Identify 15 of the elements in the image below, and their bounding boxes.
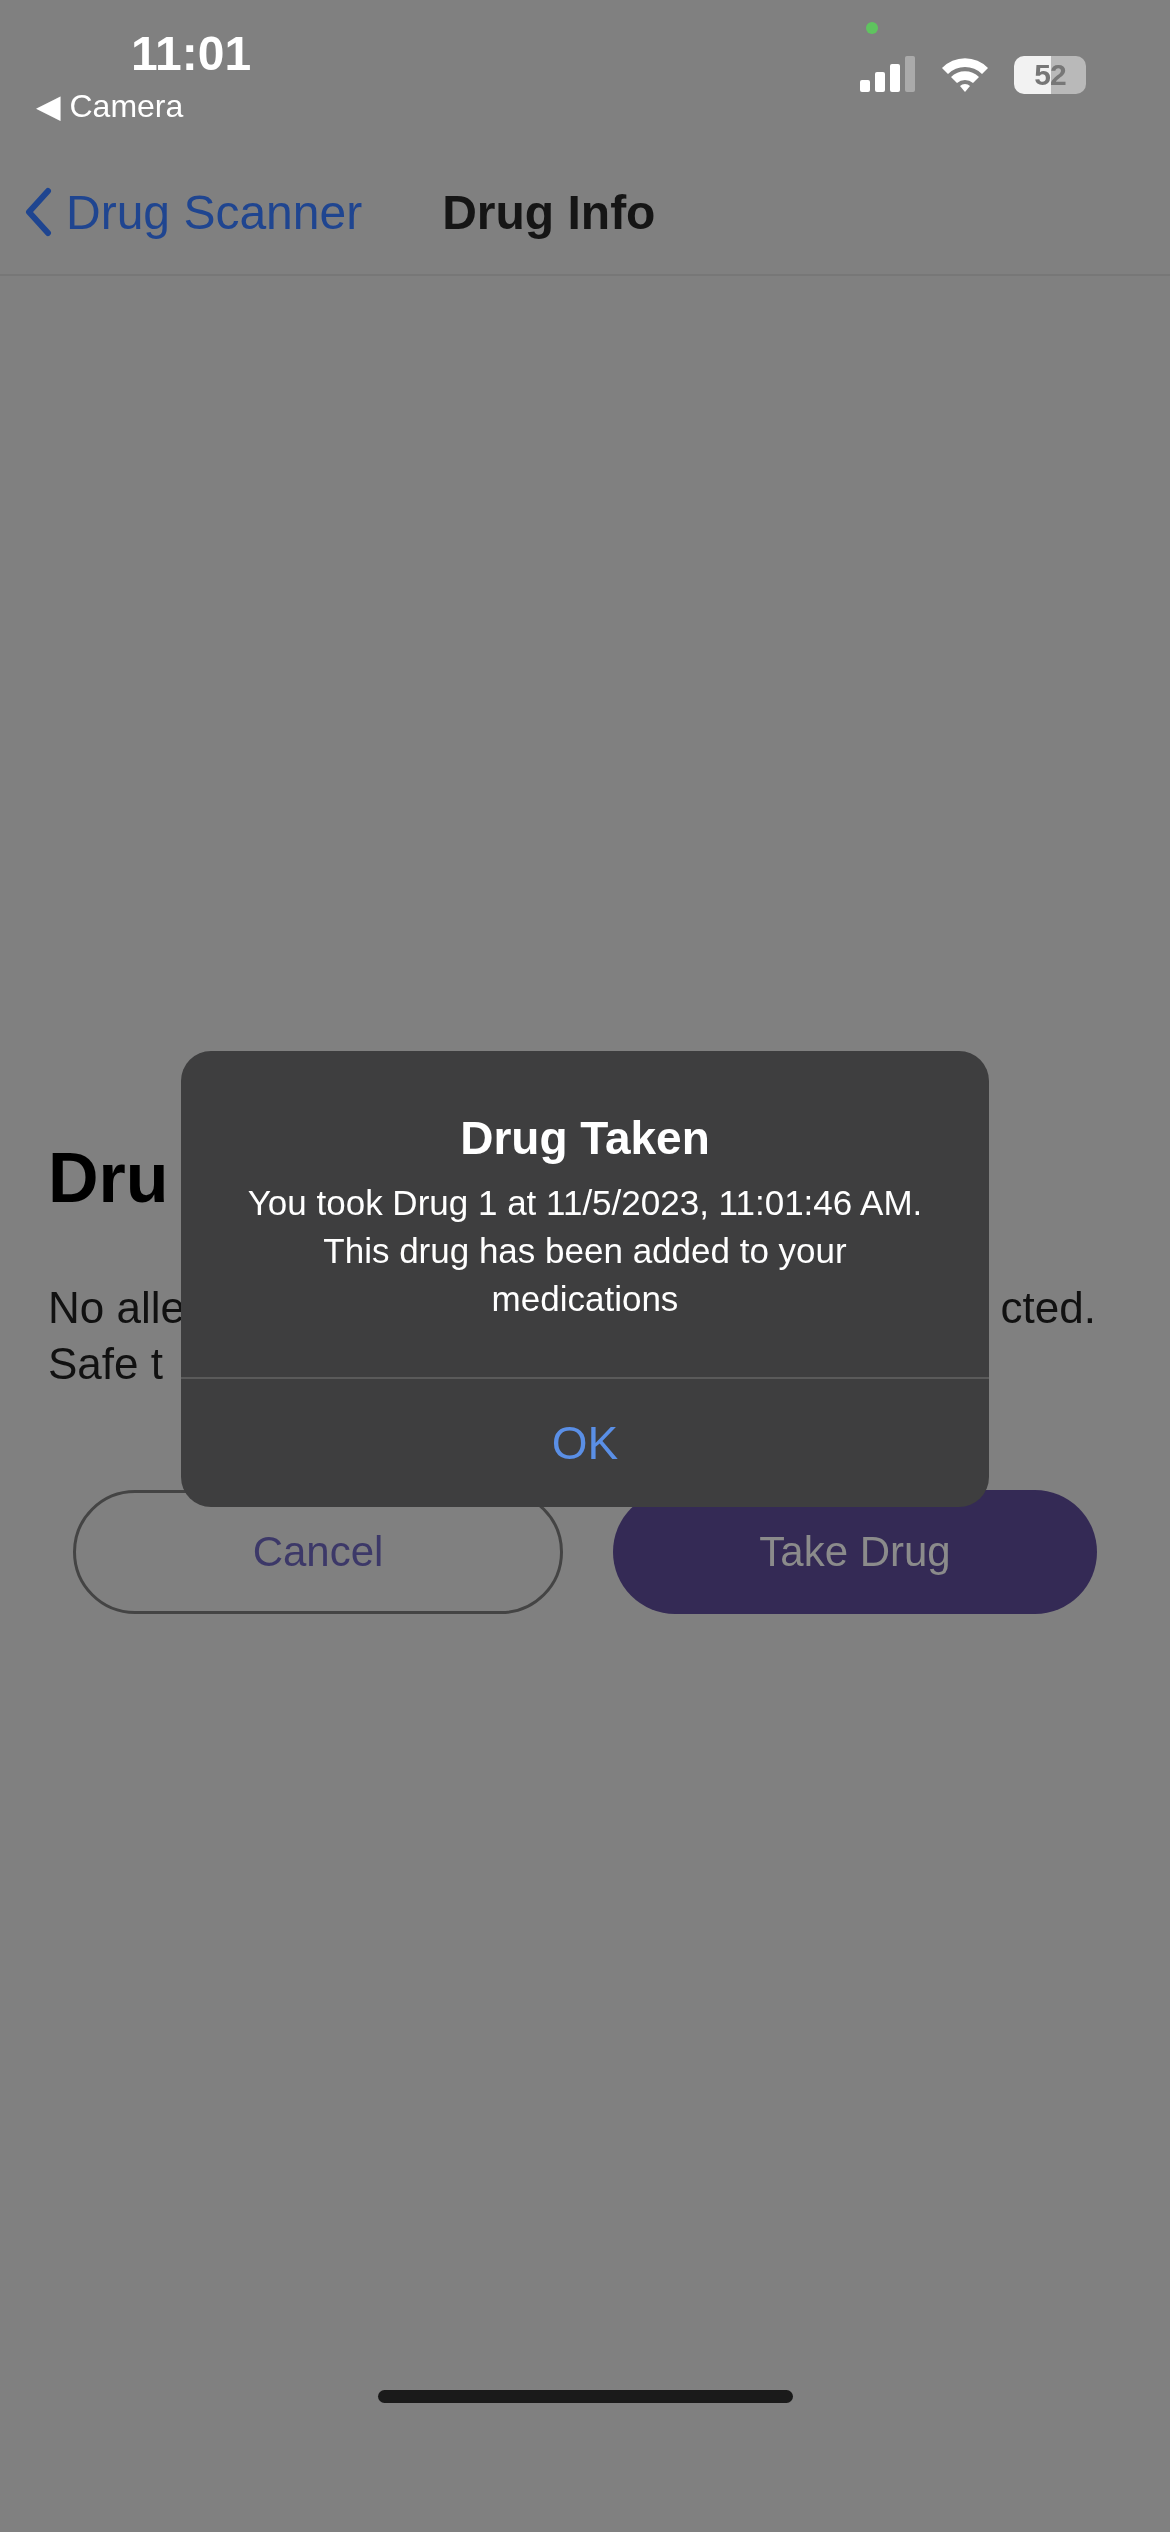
allergy-text: No alle xyxy=(48,1282,185,1334)
back-to-app-link[interactable]: ◀ Camera xyxy=(36,86,184,126)
alert-title: Drug Taken xyxy=(460,1111,710,1165)
allergy-text: cted. xyxy=(1000,1282,1096,1334)
back-button[interactable]: Drug Scanner xyxy=(24,184,363,240)
alert-message: You took Drug 1 at 11/5/2023, 11:01:46 AM. This drug has been added to your medications xyxy=(246,1182,924,1320)
back-chevron-icon xyxy=(24,187,52,237)
wifi-icon xyxy=(940,56,990,92)
status-time: 11:01 xyxy=(131,26,252,82)
screen-title: Drug Info xyxy=(442,184,656,240)
signal-icon xyxy=(860,56,916,92)
drug-heading: Dru xyxy=(48,1138,169,1219)
battery-level: 52 xyxy=(1034,58,1066,92)
ok-button[interactable]: OK xyxy=(181,1377,989,1507)
safety-text: Safe t xyxy=(48,1338,163,1390)
